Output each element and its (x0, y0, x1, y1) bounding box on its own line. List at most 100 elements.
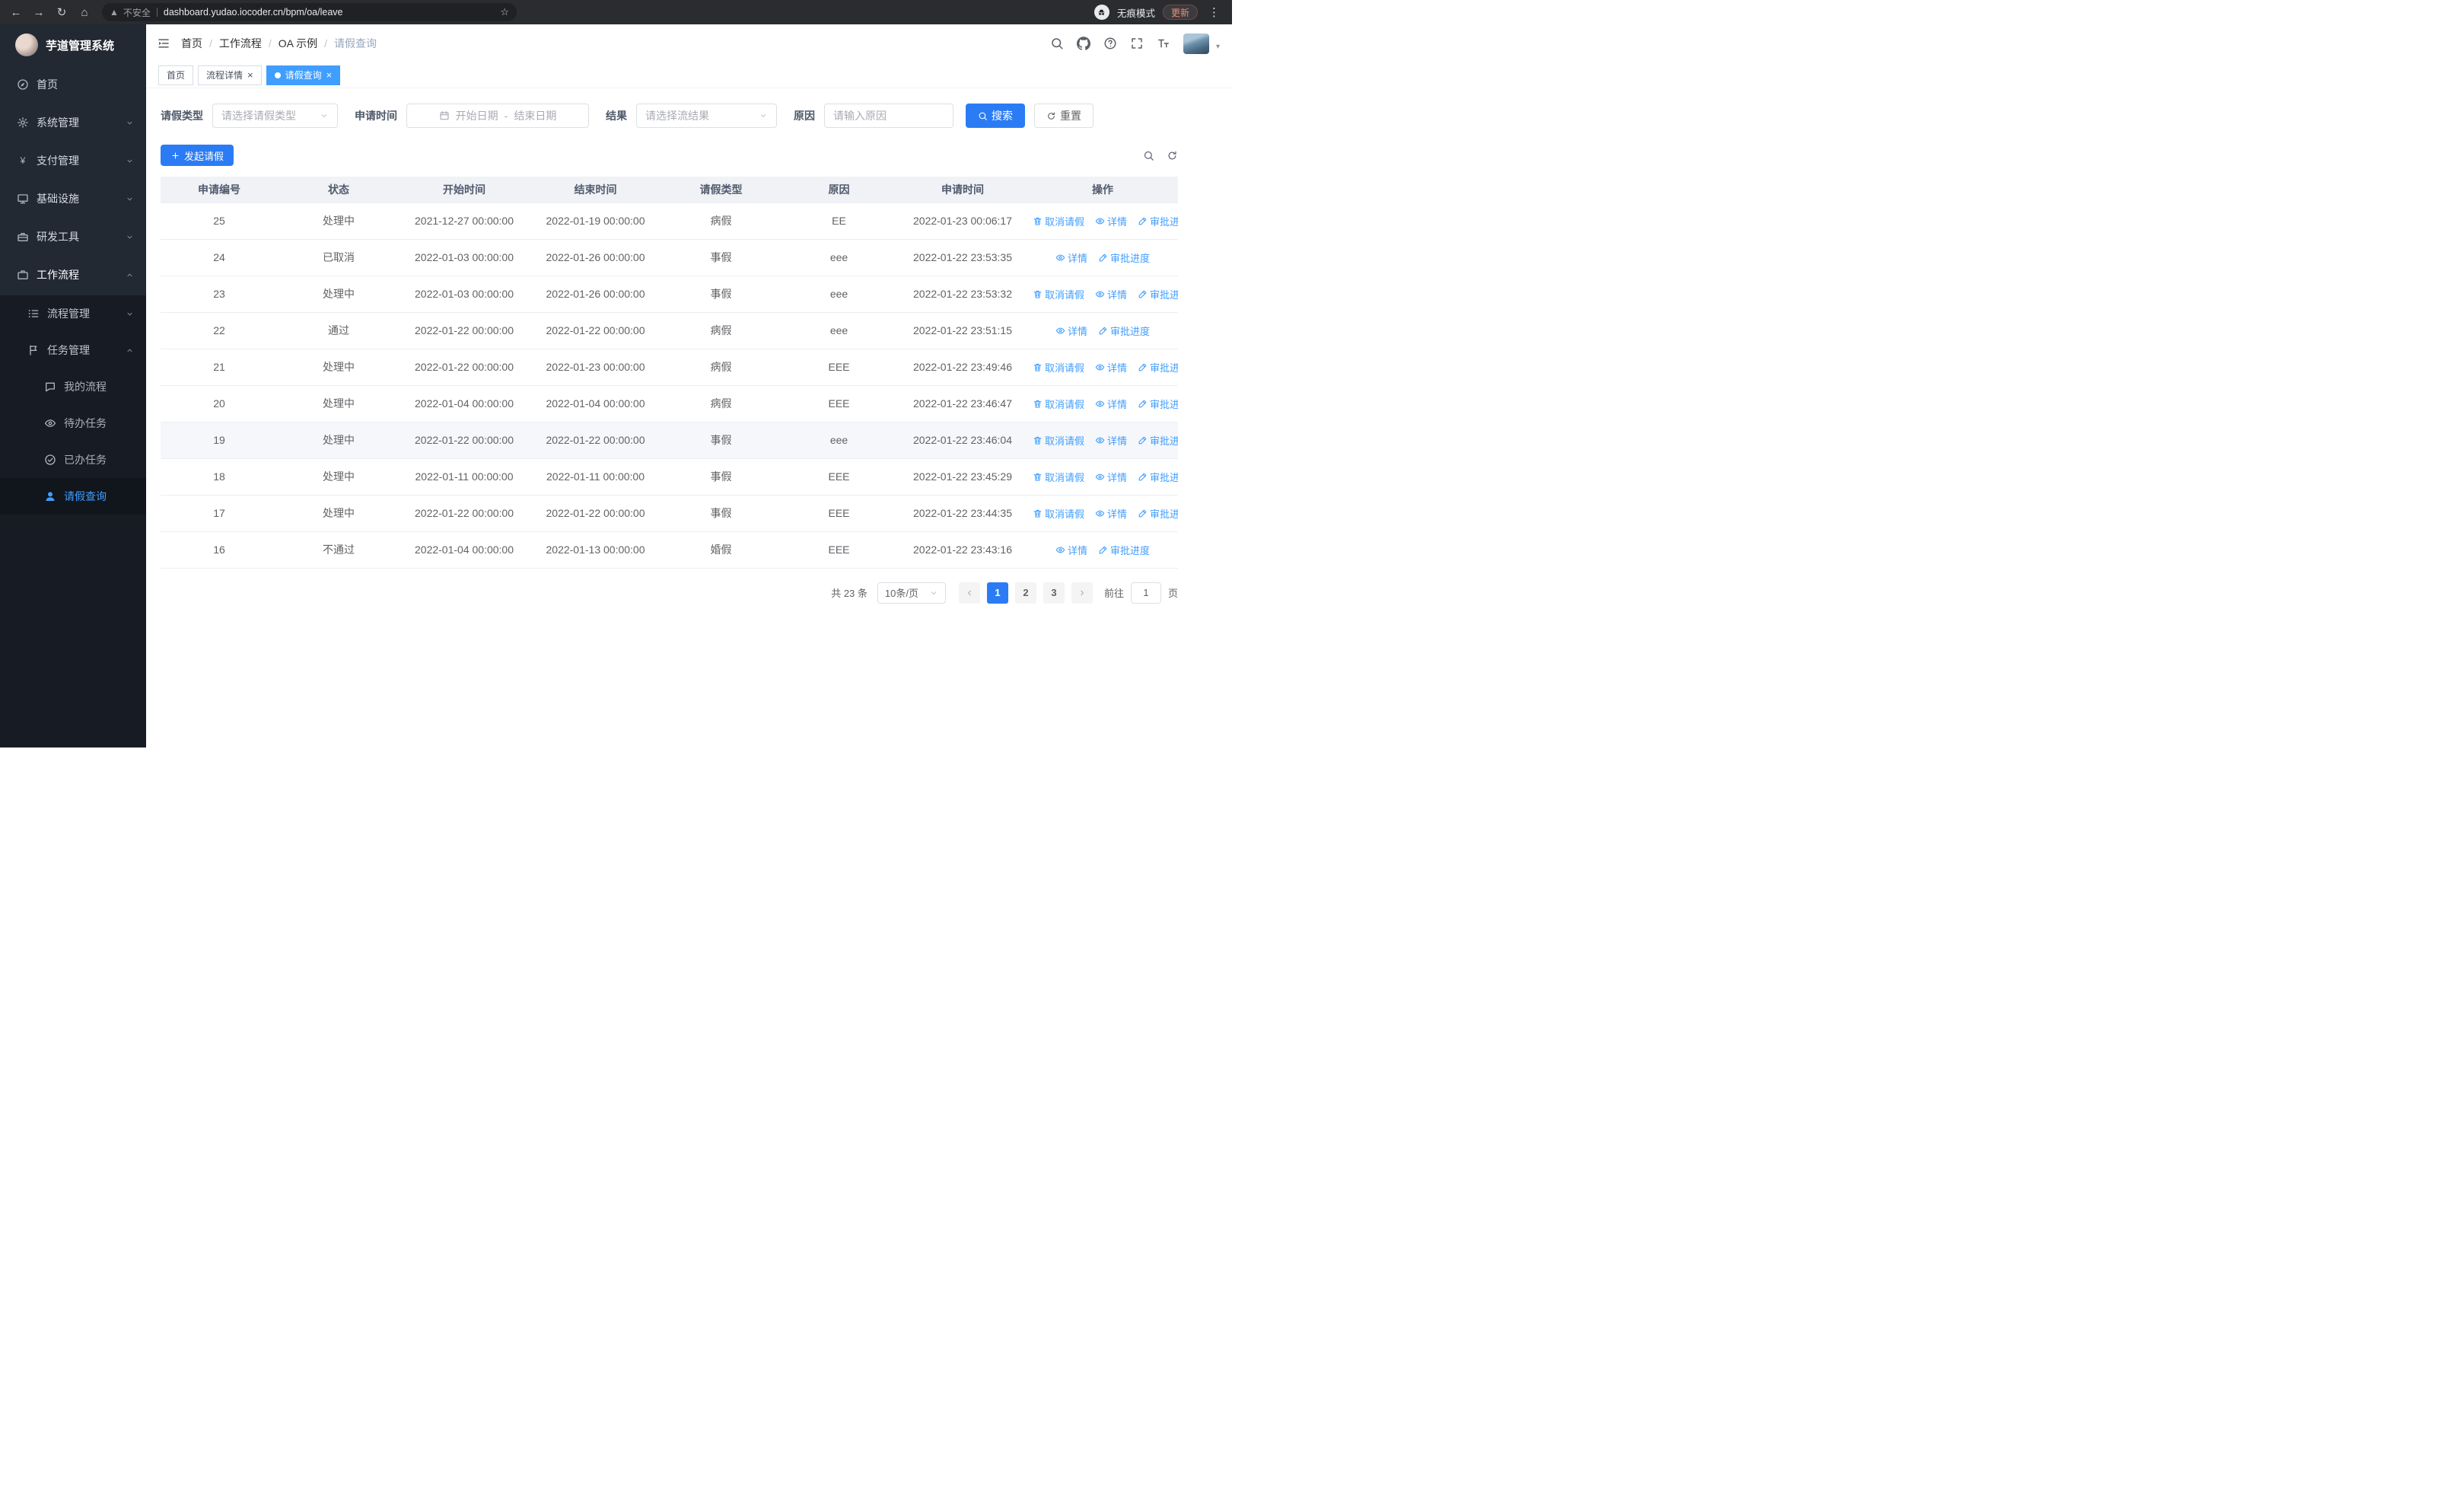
collapse-sidebar-icon[interactable] (157, 37, 170, 50)
tab-home[interactable]: 首页 (158, 65, 194, 85)
detail-link[interactable]: 详情 (1095, 360, 1127, 375)
tab-process-detail[interactable]: 流程详情 × (198, 65, 262, 85)
detail-link[interactable]: 详情 (1055, 250, 1087, 265)
cancel-leave-link[interactable]: 取消请假 (1033, 287, 1084, 301)
create-leave-button[interactable]: 发起请假 (161, 145, 234, 166)
menu-label: 请假查询 (64, 490, 107, 502)
detail-link[interactable]: 详情 (1095, 506, 1127, 521)
page-content: 请假类型 请选择请假类型 申请时间 开始日期 - 结束日期 结果 请选择流结果 (146, 88, 1232, 748)
sidebar-item-process-management[interactable]: 流程管理 (0, 295, 146, 332)
detail-link[interactable]: 详情 (1095, 287, 1127, 301)
sidebar-item-todo-tasks[interactable]: 待办任务 (0, 405, 146, 441)
chevron-down-icon (929, 588, 938, 598)
action-label: 审批进度 (1150, 398, 1178, 410)
approval-progress-link[interactable]: 审批进度 (1138, 397, 1178, 411)
cancel-leave-link[interactable]: 取消请假 (1033, 506, 1084, 521)
end-time-cell: 2022-01-23 00:00:00 (529, 349, 662, 386)
detail-link[interactable]: 详情 (1095, 214, 1127, 228)
next-page-button[interactable] (1071, 582, 1093, 604)
page-button-2[interactable]: 2 (1014, 582, 1036, 604)
sidebar-item-home[interactable]: 首页 (0, 65, 146, 104)
sidebar-item-workflow[interactable]: 工作流程 (0, 256, 146, 294)
end-time-cell: 2022-01-22 00:00:00 (529, 312, 662, 349)
end-time-cell: 2022-01-04 00:00:00 (529, 385, 662, 422)
search-toggle-icon[interactable] (1143, 150, 1154, 161)
home-button[interactable]: ⌂ (75, 2, 94, 22)
approval-progress-link[interactable]: 审批进度 (1138, 506, 1178, 521)
result-select[interactable]: 请选择流结果 (636, 104, 777, 128)
prev-page-button[interactable] (958, 582, 980, 604)
approval-progress-link[interactable]: 审批进度 (1138, 360, 1178, 375)
forward-button[interactable]: → (29, 2, 49, 22)
sidebar-item-payment-management[interactable]: ¥ 支付管理 (0, 142, 146, 180)
column-header-id: 申请编号 (161, 177, 278, 203)
sidebar-item-task-management[interactable]: 任务管理 (0, 332, 146, 368)
refresh-table-icon[interactable] (1167, 150, 1178, 161)
edit-icon (1098, 326, 1108, 336)
apply-time-range[interactable]: 开始日期 - 结束日期 (406, 104, 589, 128)
approval-progress-link[interactable]: 审批进度 (1098, 324, 1150, 338)
close-icon[interactable]: × (247, 70, 253, 80)
detail-link[interactable]: 详情 (1055, 543, 1087, 557)
search-icon[interactable] (1050, 37, 1064, 50)
address-bar[interactable]: ▲ 不安全 dashboard.yudao.iocoder.cn/bpm/oa/… (102, 3, 517, 21)
page-size-select[interactable]: 10条/页 (877, 582, 946, 604)
action-label: 审批进度 (1150, 288, 1178, 301)
approval-progress-link[interactable]: 审批进度 (1138, 470, 1178, 484)
leave-type-cell: 婚假 (662, 531, 780, 569)
range-separator: - (504, 110, 508, 122)
breadcrumb-item-home[interactable]: 首页 (181, 36, 202, 51)
cancel-leave-link[interactable]: 取消请假 (1033, 397, 1084, 411)
reason-input[interactable] (824, 104, 953, 128)
detail-link[interactable]: 详情 (1095, 433, 1127, 448)
sidebar-item-system-management[interactable]: 系统管理 (0, 104, 146, 142)
sidebar-item-dev-tools[interactable]: 研发工具 (0, 218, 146, 256)
back-button[interactable]: ← (6, 2, 26, 22)
detail-link[interactable]: 详情 (1095, 397, 1127, 411)
approval-progress-link[interactable]: 审批进度 (1138, 214, 1178, 228)
reload-button[interactable]: ↻ (52, 2, 72, 22)
status-cell: 处理中 (278, 276, 400, 313)
tab-leave-query[interactable]: 请假查询 × (266, 65, 341, 85)
detail-link[interactable]: 详情 (1095, 470, 1127, 484)
sidebar-item-leave-query[interactable]: 请假查询 (0, 478, 146, 515)
approval-progress-link[interactable]: 审批进度 (1138, 433, 1178, 448)
browser-menu-icon[interactable]: ⋮ (1205, 5, 1223, 19)
action-label: 取消请假 (1045, 435, 1085, 447)
detail-link[interactable]: 详情 (1055, 324, 1087, 338)
leave-type-select[interactable]: 请选择请假类型 (212, 104, 338, 128)
cancel-leave-link[interactable]: 取消请假 (1033, 360, 1084, 375)
approval-progress-link[interactable]: 审批进度 (1098, 250, 1150, 265)
user-avatar[interactable] (1183, 33, 1209, 54)
sidebar-item-infrastructure[interactable]: 基础设施 (0, 180, 146, 218)
page-button-3[interactable]: 3 (1043, 582, 1065, 604)
bookmark-star-icon[interactable]: ☆ (500, 6, 509, 18)
goto-label: 前往 (1103, 588, 1124, 599)
edit-icon (1138, 435, 1148, 445)
close-icon[interactable]: × (326, 70, 333, 80)
approval-progress-link[interactable]: 审批进度 (1138, 287, 1178, 301)
sidebar-item-my-processes[interactable]: 我的流程 (0, 368, 146, 405)
sidebar-item-done-tasks[interactable]: 已办任务 (0, 441, 146, 478)
github-icon[interactable] (1076, 37, 1090, 50)
font-size-icon[interactable] (1157, 37, 1170, 50)
goto-page-input[interactable] (1130, 582, 1161, 604)
breadcrumb-item-current: 请假查询 (334, 37, 377, 49)
eye-icon (1055, 326, 1065, 336)
reset-button[interactable]: 重置 (1034, 104, 1094, 128)
update-button[interactable]: 更新 (1162, 5, 1198, 20)
cancel-leave-link[interactable]: 取消请假 (1033, 214, 1084, 228)
briefcase-icon (17, 269, 29, 281)
approval-progress-link[interactable]: 审批进度 (1098, 543, 1150, 557)
result-label: 结果 (606, 110, 627, 122)
apply-time-cell: 2022-01-22 23:51:15 (898, 312, 1027, 349)
action-label: 审批进度 (1150, 435, 1178, 447)
apply-time-cell: 2022-01-22 23:45:29 (898, 458, 1027, 496)
fullscreen-icon[interactable] (1130, 37, 1144, 50)
help-icon[interactable] (1103, 37, 1117, 50)
cancel-leave-link[interactable]: 取消请假 (1033, 470, 1084, 484)
cancel-leave-link[interactable]: 取消请假 (1033, 433, 1084, 448)
search-button[interactable]: 搜索 (966, 104, 1025, 128)
page-button-1[interactable]: 1 (986, 582, 1008, 604)
button-label: 发起请假 (184, 150, 224, 162)
